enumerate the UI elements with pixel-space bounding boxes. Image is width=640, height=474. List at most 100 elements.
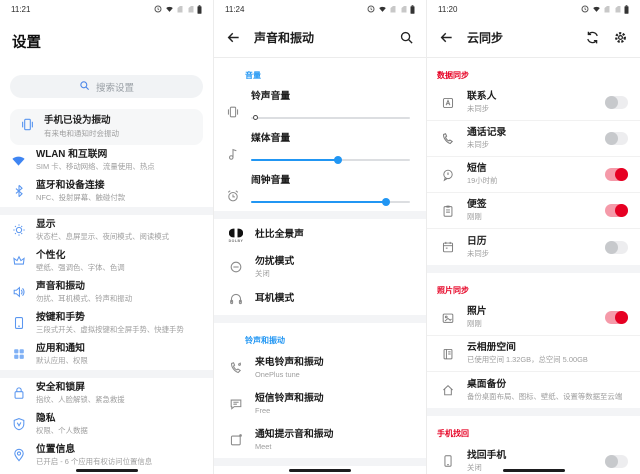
- status-icons: [581, 5, 629, 14]
- search-icon: [79, 80, 90, 94]
- section-header-find-phone: 手机找回: [427, 416, 640, 443]
- sim-icon: [614, 5, 622, 13]
- sidebar-item-sound[interactable]: 声音和振动勿扰、耳机模式、铃声和振动: [0, 277, 213, 308]
- search-icon[interactable]: [399, 30, 414, 45]
- page-title: 设置: [0, 18, 213, 52]
- status-bar: 11:20: [427, 0, 640, 18]
- calendar-sync-row[interactable]: 日历未同步: [427, 229, 640, 265]
- slider-handle[interactable]: [253, 115, 258, 120]
- ring-volume-slider[interactable]: [251, 117, 410, 119]
- headphones-icon: [226, 292, 246, 306]
- section-header-ringtone: 铃声和振动: [214, 323, 426, 350]
- album-book-icon: [439, 347, 457, 361]
- app-bar: 云同步: [427, 18, 640, 58]
- call-ringtone-row[interactable]: 来电铃声和振动OnePlus tune: [214, 350, 426, 386]
- photos-sync-row[interactable]: 照片刚刚: [427, 300, 640, 336]
- sidebar-item-privacy[interactable]: 隐私权限、个人数据: [0, 409, 213, 440]
- search-input[interactable]: 搜索设置: [10, 75, 203, 98]
- status-time: 11:21: [11, 5, 30, 14]
- status-bar: 11:21: [0, 0, 213, 18]
- contact-card-icon: [439, 96, 457, 110]
- home-indicator[interactable]: [76, 469, 138, 472]
- buttons-gestures-icon: [10, 316, 27, 330]
- find-phone-toggle[interactable]: [605, 455, 628, 468]
- dnd-row[interactable]: 勿扰模式关闭: [214, 251, 426, 283]
- alarm-volume-row: 闹钟音量: [214, 169, 426, 211]
- photos-sync-toggle[interactable]: [605, 311, 628, 324]
- sms-bubble-icon: [226, 397, 246, 411]
- sim-icon: [187, 5, 195, 13]
- desktop-backup-row[interactable]: 桌面备份备份桌面布局、图标、壁纸、设置等数据至云端: [427, 372, 640, 408]
- sidebar-item-location[interactable]: 位置信息已开启 - 6 个应用有权访问位置信息: [0, 440, 213, 471]
- dnd-icon: [226, 260, 246, 274]
- slider-handle[interactable]: [334, 156, 342, 164]
- vibrate-icon: [20, 117, 35, 137]
- banner-subtitle: 有来电和通知时会振动: [44, 129, 193, 139]
- section-header-data-sync: 数据同步: [427, 58, 640, 85]
- page-title: 云同步: [467, 29, 572, 46]
- back-arrow-icon[interactable]: [226, 30, 241, 45]
- battery-icon: [624, 5, 629, 14]
- group-divider: [0, 370, 213, 378]
- group-divider: [214, 458, 426, 466]
- headphone-mode-row[interactable]: 耳机模式: [214, 283, 426, 315]
- location-pin-icon: [10, 448, 27, 462]
- home-indicator[interactable]: [503, 469, 565, 472]
- group-divider: [214, 211, 426, 219]
- sms-sync-row[interactable]: 短信19小时前: [427, 157, 640, 193]
- wifi-icon: [592, 5, 601, 13]
- sidebar-item-apps-notifications[interactable]: 应用和通知默认应用、权限: [0, 339, 213, 370]
- slider-label: 媒体音量: [251, 133, 414, 145]
- alarm-volume-slider[interactable]: [251, 201, 410, 203]
- vibrate-icon: [226, 89, 251, 127]
- sim-icon: [389, 5, 397, 13]
- gear-icon[interactable]: [613, 30, 628, 45]
- sms-ringtone-row[interactable]: 短信铃声和振动Free: [214, 386, 426, 422]
- wifi-icon: [165, 5, 174, 13]
- apps-grid-icon: [10, 347, 27, 361]
- phone-icon: [439, 454, 457, 468]
- notes-sync-row[interactable]: 便签刚刚: [427, 193, 640, 229]
- notes-sync-toggle[interactable]: [605, 204, 628, 217]
- alarm-clock-icon: [226, 173, 251, 211]
- status-icons: [367, 5, 415, 14]
- call-log-icon: [439, 132, 457, 146]
- back-arrow-icon[interactable]: [439, 30, 454, 45]
- sidebar-item-personalization[interactable]: 个性化壁纸、强调色、字体、色调: [0, 246, 213, 277]
- notification-sound-row[interactable]: 通知提示音和振动Meet: [214, 422, 426, 458]
- panel-cloud-sync: 11:20 云同步 数据同步 联系人未同步 通话记录未同步: [427, 0, 640, 474]
- wifi-icon: [378, 5, 387, 13]
- phone-ringtone-icon: [226, 361, 246, 375]
- clock-icon: [154, 5, 162, 13]
- calendar-sync-toggle[interactable]: [605, 241, 628, 254]
- status-time: 11:24: [225, 5, 244, 14]
- status-icons: [154, 5, 202, 14]
- sim-icon: [603, 5, 611, 13]
- vibrate-banner[interactable]: 手机已设为振动 有来电和通知时会振动: [10, 109, 203, 145]
- photo-icon: [439, 311, 457, 325]
- call-log-sync-row[interactable]: 通话记录未同步: [427, 121, 640, 157]
- sidebar-item-wlan[interactable]: WLAN 和互联网SIM 卡、移动网络、流量使用、热点: [0, 145, 213, 176]
- group-divider: [0, 207, 213, 215]
- sidebar-item-security[interactable]: 安全和锁屏指纹、人脸解锁、紧急救援: [0, 378, 213, 409]
- sidebar-item-display[interactable]: 显示状态栏、息屏显示、夜间模式、阅读模式: [0, 215, 213, 246]
- media-volume-row: 媒体音量: [214, 127, 426, 169]
- sms-sync-toggle[interactable]: [605, 168, 628, 181]
- home-indicator[interactable]: [289, 469, 351, 472]
- sidebar-item-bluetooth[interactable]: 蓝牙和设备连接NFC、投射屏幕、触碰付款: [0, 176, 213, 207]
- sidebar-item-buttons-gestures[interactable]: 按键和手势三段式开关、虚拟按键和全屏手势、快捷手势: [0, 308, 213, 339]
- contacts-sync-row[interactable]: 联系人未同步: [427, 85, 640, 121]
- contacts-sync-toggle[interactable]: [605, 96, 628, 109]
- dolby-atmos-row[interactable]: DOLBY 杜比全景声: [214, 219, 426, 251]
- cloud-album-space-row[interactable]: 云相册空间已使用空间 1.32GB，总空间 5.00GB: [427, 336, 640, 372]
- banner-title: 手机已设为振动: [44, 115, 193, 127]
- search-placeholder: 搜索设置: [96, 80, 134, 94]
- media-volume-slider[interactable]: [251, 159, 410, 161]
- display-icon: [10, 223, 27, 237]
- lock-icon: [10, 386, 27, 400]
- home-icon: [439, 383, 457, 397]
- sync-icon[interactable]: [585, 30, 600, 45]
- call-log-sync-toggle[interactable]: [605, 132, 628, 145]
- shield-icon: [10, 417, 27, 431]
- slider-handle[interactable]: [382, 198, 390, 206]
